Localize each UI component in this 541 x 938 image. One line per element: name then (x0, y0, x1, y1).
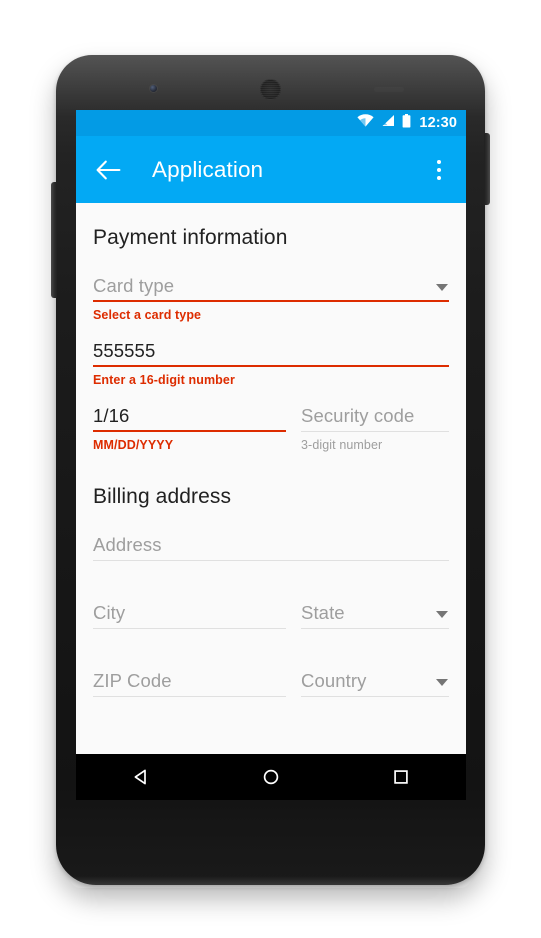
volume-rocker-button[interactable] (51, 182, 57, 298)
country-underline (301, 696, 449, 697)
card-number-underline (93, 365, 449, 367)
zip-code-input[interactable]: ZIP Code (93, 663, 286, 697)
expiration-security-row: 1/16 MM/DD/YYYY Security code 3-digit nu… (93, 398, 449, 452)
payment-form: Payment information Card type Select a c… (76, 203, 466, 764)
status-bar-clock: 12:30 (419, 114, 457, 131)
city-underline (93, 628, 286, 629)
state-select[interactable]: State (301, 595, 449, 629)
security-code-hint-text: 3-digit number (301, 438, 383, 452)
card-number-input[interactable]: 555555 (93, 333, 449, 367)
proximity-sensor-icon (374, 87, 404, 92)
wifi-icon (357, 114, 375, 132)
address-placeholder: Address (93, 534, 162, 555)
overflow-dot (437, 167, 441, 172)
page-title: Application (152, 156, 264, 182)
payment-section-title: Payment information (93, 226, 288, 249)
security-code-field-group: Security code 3-digit number (301, 398, 449, 452)
expiration-date-error-text: MM/DD/YYYY (93, 438, 174, 452)
arrow-back-icon[interactable] (93, 155, 123, 185)
card-type-underline (93, 300, 449, 302)
card-type-placeholder: Card type (93, 275, 175, 296)
chevron-down-icon (436, 679, 448, 686)
power-button[interactable] (484, 133, 490, 205)
card-type-row: Card type Select a card type (93, 268, 449, 322)
nav-recents-icon[interactable] (376, 754, 426, 800)
overflow-menu-icon[interactable] (425, 153, 453, 187)
front-camera-icon (150, 85, 157, 92)
overflow-dot (437, 175, 441, 180)
city-state-row: City State (93, 595, 449, 629)
earpiece-speaker-icon (260, 79, 281, 100)
address-field-group: Address (93, 527, 449, 561)
zip-code-placeholder: ZIP Code (93, 670, 172, 691)
expiration-date-value: 1/16 (93, 405, 130, 426)
address-underline (93, 560, 449, 561)
status-bar: 12:30 (76, 110, 466, 136)
card-type-error-text: Select a card type (93, 308, 202, 322)
zip-country-row: ZIP Code Country (93, 663, 449, 697)
card-type-select[interactable]: Card type (93, 268, 449, 302)
overflow-dot (437, 159, 441, 164)
chevron-down-icon (436, 284, 448, 291)
card-number-error-text: Enter a 16-digit number (93, 373, 235, 387)
city-input[interactable]: City (93, 595, 286, 629)
nav-home-icon[interactable] (246, 754, 296, 800)
zip-code-field-group: ZIP Code (93, 663, 286, 697)
phone-device: 12:30 Application Payment information Ca… (51, 55, 490, 888)
city-placeholder: City (93, 602, 126, 623)
expiration-date-input[interactable]: 1/16 (93, 398, 286, 432)
bezel-highlight-bottom (68, 876, 473, 888)
nav-back-icon[interactable] (116, 754, 166, 800)
billing-section-title: Billing address (93, 485, 232, 508)
country-placeholder: Country (301, 670, 367, 691)
country-select[interactable]: Country (301, 663, 449, 697)
security-code-input[interactable]: Security code (301, 398, 449, 432)
card-type-field-group: Card type Select a card type (93, 268, 449, 322)
city-field-group: City (93, 595, 286, 629)
card-number-row: 555555 Enter a 16-digit number (93, 333, 449, 387)
country-field-group: Country (301, 663, 449, 697)
chevron-down-icon (436, 611, 448, 618)
android-navigation-bar (76, 754, 466, 800)
expiration-date-underline (93, 430, 286, 432)
address-input[interactable]: Address (93, 527, 449, 561)
security-code-placeholder: Security code (301, 405, 415, 426)
app-bar: Application (76, 136, 466, 203)
phone-screen: 12:30 Application Payment information Ca… (76, 110, 466, 800)
state-underline (301, 628, 449, 629)
card-number-value: 555555 (93, 340, 156, 361)
state-placeholder: State (301, 602, 345, 623)
cell-signal-icon (381, 114, 395, 132)
card-number-field-group: 555555 Enter a 16-digit number (93, 333, 449, 387)
state-field-group: State (301, 595, 449, 629)
security-code-underline (301, 431, 449, 432)
address-row: Address (93, 527, 449, 561)
battery-icon (402, 113, 411, 133)
expiration-date-field-group: 1/16 MM/DD/YYYY (93, 398, 286, 452)
zip-code-underline (93, 696, 286, 697)
